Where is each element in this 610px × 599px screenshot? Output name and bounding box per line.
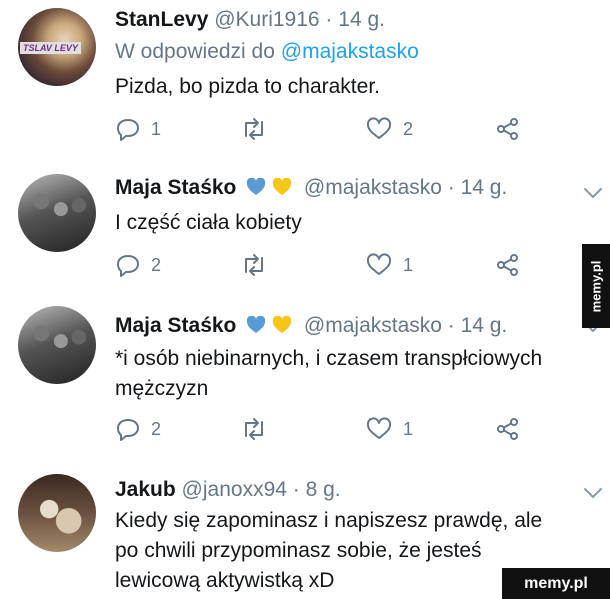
tweet-text-line: I część ciała kobiety xyxy=(115,211,302,234)
retweet-button[interactable] xyxy=(240,116,268,142)
like-icon xyxy=(366,253,392,275)
tweet-actions: 1 2 xyxy=(115,116,535,142)
tweet-header: Maja Staśko @majakstasko · 14 g. xyxy=(115,314,507,340)
handle-and-time: @majakstasko · 14 g. xyxy=(303,314,508,337)
yellow-heart-icon xyxy=(272,178,292,195)
share-button[interactable] xyxy=(495,116,521,142)
avatar[interactable]: TSLAV LEVY xyxy=(18,8,96,86)
reply-button[interactable]: 2 xyxy=(115,252,161,278)
corner-watermark: memy.pl xyxy=(502,568,610,599)
display-name[interactable]: Jakub xyxy=(115,478,176,501)
reply-prefix: W odpowiedzi do xyxy=(115,40,275,63)
reply-count: 1 xyxy=(151,118,162,139)
like-count: 2 xyxy=(403,118,414,139)
blue-heart-icon xyxy=(247,178,266,195)
share-button[interactable] xyxy=(495,252,521,278)
like-button[interactable]: 1 xyxy=(365,416,413,442)
side-watermark: memy.pl xyxy=(582,244,610,328)
yellow-heart-shape xyxy=(272,316,292,333)
tweet-text-line: po chwili przypominasz sobie, że jesteś xyxy=(115,539,482,562)
like-count: 1 xyxy=(403,418,414,439)
retweet-icon xyxy=(245,118,263,140)
blue-heart-shape xyxy=(247,316,266,333)
like-button[interactable]: 2 xyxy=(365,116,413,142)
avatar[interactable] xyxy=(18,474,96,552)
tweet-header: StanLevy @Kuri1916 · 14 g. xyxy=(115,8,385,32)
tweet-text-line: Kiedy się zapominasz i napiszesz prawdę,… xyxy=(115,509,543,532)
reply-icon xyxy=(117,419,139,441)
heart-emojis xyxy=(246,316,292,340)
reply-handle-link[interactable]: @majakstasko xyxy=(281,40,419,63)
retweet-button[interactable] xyxy=(240,252,268,278)
tweet-header: Maja Staśko @majakstasko · 14 g. xyxy=(115,176,507,202)
corner-watermark-text: memy.pl xyxy=(524,574,588,592)
display-name[interactable]: Maja Staśko xyxy=(115,176,236,199)
retweet-icon xyxy=(245,254,263,276)
like-icon xyxy=(366,117,392,139)
yellow-heart-icon xyxy=(272,316,292,333)
avatar-label: TSLAV LEVY xyxy=(20,42,81,54)
reply-count: 2 xyxy=(151,418,162,439)
display-name[interactable]: StanLevy xyxy=(115,8,208,31)
display-name[interactable]: Maja Staśko xyxy=(115,314,236,337)
handle-and-time: @janoxx94 · 8 g. xyxy=(181,478,341,501)
share-icon xyxy=(497,254,518,276)
tweet-text: I część ciała kobiety xyxy=(115,208,595,238)
share-icon xyxy=(497,418,518,440)
yellow-heart-shape xyxy=(272,178,292,195)
retweet-button[interactable] xyxy=(240,416,268,442)
tweet-text-line: mężczyzn xyxy=(115,377,209,400)
reply-icon xyxy=(117,119,139,141)
tweet-actions: 2 1 xyxy=(115,252,535,278)
reply-count: 2 xyxy=(151,254,162,275)
reply-button[interactable]: 2 xyxy=(115,416,161,442)
tweet-text: *i osób niebinarnych, i czasem transpłci… xyxy=(115,344,595,404)
share-button[interactable] xyxy=(495,416,521,442)
like-icon xyxy=(366,417,392,439)
tweet-text-line: Pizda, bo pizda to charakter. xyxy=(115,75,380,98)
reply-context: W odpowiedzi do @majakstasko xyxy=(115,40,419,64)
chevron-down-icon[interactable] xyxy=(582,186,604,200)
like-count: 1 xyxy=(403,254,414,275)
blue-heart-icon xyxy=(247,316,266,333)
like-button[interactable]: 1 xyxy=(365,252,413,278)
handle-and-time: @majakstasko · 14 g. xyxy=(303,176,508,199)
tweet-header: Jakub @janoxx94 · 8 g. xyxy=(115,478,341,502)
handle-and-time: @Kuri1916 · 14 g. xyxy=(214,8,385,31)
tweet-text: Pizda, bo pizda to charakter. xyxy=(115,72,595,102)
tweet-text-line: *i osób niebinarnych, i czasem transpłci… xyxy=(115,347,543,370)
heart-emojis xyxy=(246,178,292,202)
reply-button[interactable]: 1 xyxy=(115,116,161,142)
reply-icon xyxy=(117,255,139,277)
avatar[interactable] xyxy=(18,174,96,252)
side-watermark-text: memy.pl xyxy=(588,260,604,312)
blue-heart-shape xyxy=(247,178,266,195)
share-icon xyxy=(497,118,518,140)
tweet-actions: 2 1 xyxy=(115,416,535,442)
chevron-down-icon[interactable] xyxy=(582,486,604,500)
retweet-icon xyxy=(245,418,263,440)
avatar[interactable] xyxy=(18,306,96,384)
